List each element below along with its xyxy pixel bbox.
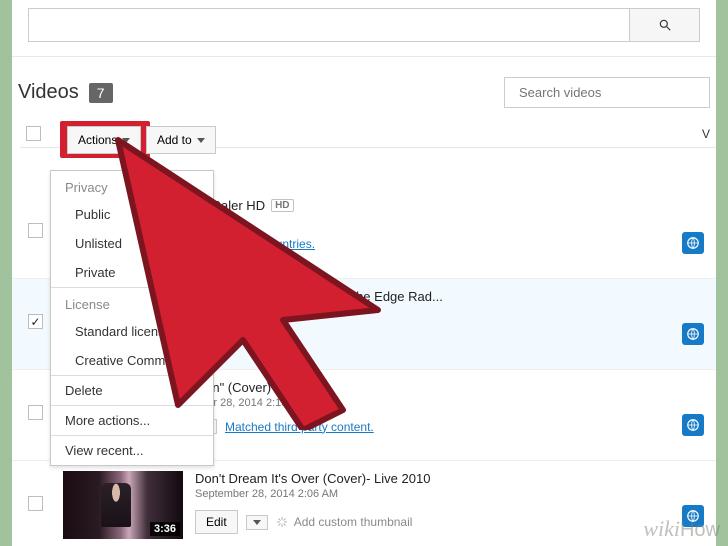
page-title: Videos: [18, 81, 79, 104]
dropdown-section-privacy: Privacy: [51, 171, 213, 200]
visibility-public-icon[interactable]: [682, 414, 704, 436]
add-to-button[interactable]: Add to: [146, 126, 216, 154]
caret-down-icon: [197, 138, 205, 143]
video-date: M: [195, 215, 682, 227]
caret-down-icon: [253, 520, 261, 525]
toolbar-right-letter: V: [702, 127, 710, 141]
actions-dropdown: Privacy Public Unlisted Private License …: [50, 170, 214, 466]
dropdown-item-standard-license[interactable]: Standard license: [51, 317, 213, 346]
video-date: AM: [195, 306, 682, 318]
caret-down-icon: [122, 138, 130, 143]
video-title: Don't Dream It's Over (Cover)- Live 2010: [195, 471, 430, 486]
actions-label: Actions: [78, 133, 117, 147]
dropdown-item-unlisted[interactable]: Unlisted: [51, 229, 213, 258]
video-duration: 3:36: [150, 522, 180, 536]
add-custom-thumbnail[interactable]: Add custom thumbnail: [276, 515, 413, 529]
dropdown-item-more-actions[interactable]: More actions...: [51, 406, 213, 435]
page-header: Videos 7: [12, 77, 716, 108]
sparkle-icon: [276, 516, 288, 528]
search-input[interactable]: [29, 9, 629, 41]
dropdown-item-delete[interactable]: Delete: [51, 376, 213, 405]
hd-badge: HD: [271, 199, 293, 212]
dropdown-item-private[interactable]: Private: [51, 258, 213, 287]
search-videos-input[interactable]: [504, 77, 710, 108]
row-checkbox[interactable]: [28, 314, 43, 329]
dropdown-item-view-recent[interactable]: View recent...: [51, 436, 213, 465]
search-icon: [658, 18, 672, 32]
video-count-badge: 7: [89, 83, 113, 103]
visibility-public-icon[interactable]: [682, 323, 704, 345]
select-all-checkbox[interactable]: [26, 126, 41, 141]
matched-content-link[interactable]: Matched third party content.: [225, 420, 374, 434]
video-date: September 28, 2014 2:06 AM: [195, 488, 682, 500]
row-checkbox[interactable]: [28, 223, 43, 238]
dropdown-section-license: License: [51, 288, 213, 317]
edit-button[interactable]: Edit: [195, 510, 238, 534]
edit-dropdown-button[interactable]: [246, 515, 268, 530]
toolbar: Actions Add to V: [20, 120, 716, 148]
row-checkbox[interactable]: [28, 496, 43, 511]
video-thumbnail[interactable]: 3:36: [63, 471, 183, 539]
video-title: (Cover)- Edz of Verona @ The Edge Rad...: [195, 289, 443, 304]
top-search-bar: [28, 8, 700, 42]
video-date: nber 28, 2014 2:15 AM: [195, 397, 682, 409]
video-row: 3:36 Don't Dream It's Over (Cover)- Live…: [12, 461, 716, 546]
dropdown-item-creative-commons[interactable]: Creative Commons: [51, 346, 213, 375]
row-checkbox[interactable]: [28, 405, 43, 420]
visibility-public-icon[interactable]: [682, 505, 704, 527]
add-custom-thumbnail-fragment[interactable]: n thumbnail: [225, 329, 287, 343]
actions-button[interactable]: Actions: [67, 126, 141, 154]
visibility-public-icon[interactable]: [682, 232, 704, 254]
add-to-label: Add to: [157, 133, 192, 147]
search-button[interactable]: [629, 9, 699, 41]
dropdown-item-public[interactable]: Public: [51, 200, 213, 229]
